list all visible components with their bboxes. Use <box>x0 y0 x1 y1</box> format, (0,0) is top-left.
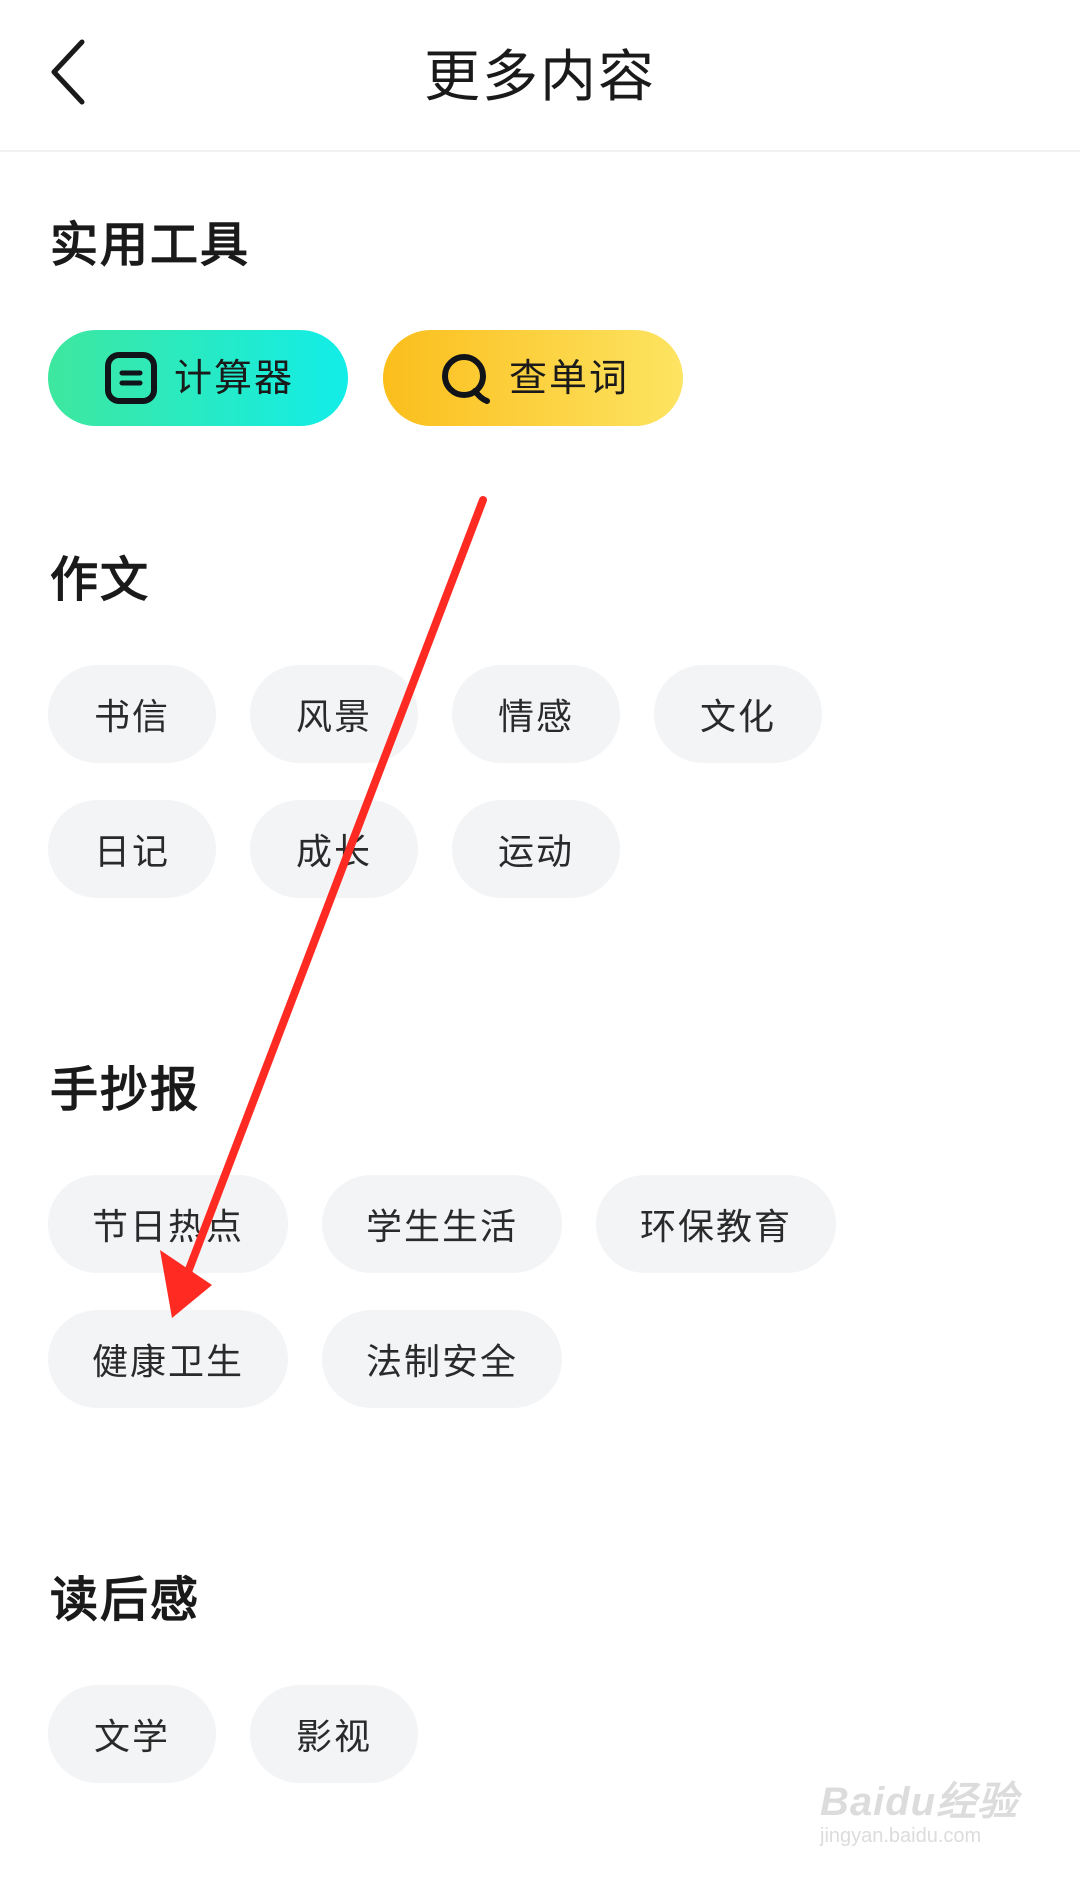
calculator-button[interactable]: 计算器 <box>48 330 348 426</box>
tag-reading-literature[interactable]: 文学 <box>48 1685 216 1783</box>
tag-essay-sports[interactable]: 运动 <box>452 800 620 898</box>
tag-essay-diary[interactable]: 日记 <box>48 800 216 898</box>
watermark-logo: Baidu经验 <box>820 1780 1019 1824</box>
section-title-handcopy: 手抄报 <box>50 1062 201 1118</box>
header-bar: 更多内容 <box>0 0 1080 152</box>
page-title: 更多内容 <box>424 45 656 110</box>
tag-handcopy-holiday[interactable]: 节日热点 <box>48 1175 288 1273</box>
section-title-essay: 作文 <box>50 552 151 608</box>
tag-essay-scenery[interactable]: 风景 <box>250 665 418 763</box>
tag-handcopy-law-safety[interactable]: 法制安全 <box>322 1310 562 1408</box>
section-title-reading: 读后感 <box>50 1572 201 1628</box>
watermark-url: jingyan.baidu.com <box>820 1825 982 1847</box>
word-lookup-label: 查单词 <box>508 356 629 400</box>
baidu-watermark: Baidu经验 jingyan.baidu.com <box>820 1780 1020 1848</box>
search-word-icon <box>437 349 509 407</box>
tag-essay-emotion[interactable]: 情感 <box>452 665 620 763</box>
tag-essay-culture[interactable]: 文化 <box>654 665 822 763</box>
calculator-label: 计算器 <box>173 356 294 400</box>
tag-handcopy-environment[interactable]: 环保教育 <box>596 1175 836 1273</box>
section-title-tools: 实用工具 <box>50 217 251 273</box>
tag-handcopy-health[interactable]: 健康卫生 <box>48 1310 288 1408</box>
tag-reading-film[interactable]: 影视 <box>250 1685 418 1783</box>
tag-essay-growth[interactable]: 成长 <box>250 800 418 898</box>
tag-essay-letter[interactable]: 书信 <box>48 665 216 763</box>
tag-handcopy-student-life[interactable]: 学生生活 <box>322 1175 562 1273</box>
calculator-icon <box>102 349 174 407</box>
word-lookup-button[interactable]: 查单词 <box>383 330 683 426</box>
